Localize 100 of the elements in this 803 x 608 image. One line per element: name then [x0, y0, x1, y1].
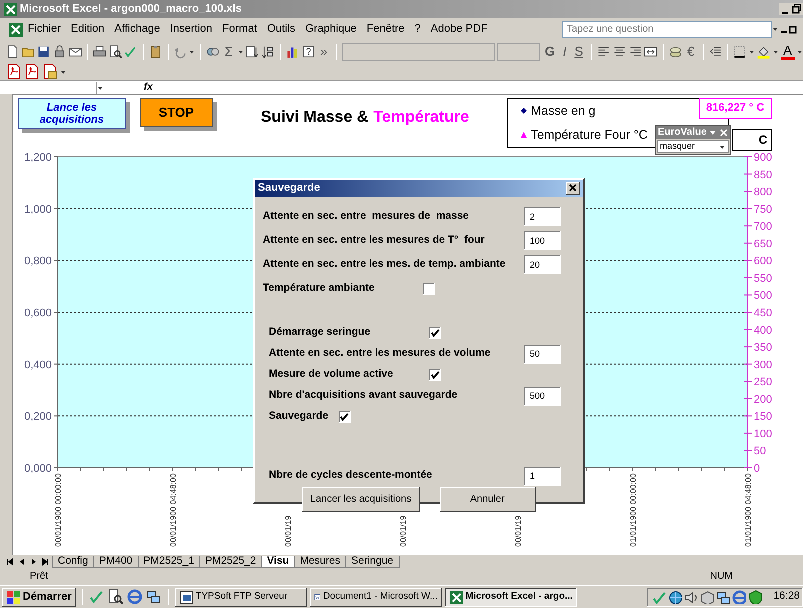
help-icon[interactable]	[302, 44, 316, 60]
axis-label: 250	[754, 376, 772, 389]
axis-label: 00/01/1900 04:48:00	[169, 474, 178, 547]
tray-icon[interactable]	[700, 590, 714, 604]
close-button[interactable]	[566, 182, 580, 195]
help-search-field[interactable]: Tapez une question	[562, 20, 772, 38]
menu-item[interactable]: Fichier	[23, 20, 66, 38]
fx-label: fx	[144, 81, 153, 95]
sheet-tab[interactable]: PM400	[93, 556, 139, 568]
axis-label: 00/01/1900 00:00:00	[54, 474, 63, 547]
sheet-tab[interactable]: Visu	[261, 556, 296, 568]
search-icon[interactable]	[108, 589, 124, 605]
restore-icon[interactable]	[791, 3, 803, 15]
shield-icon[interactable]	[748, 590, 762, 604]
last-sheet-icon[interactable]	[42, 558, 50, 566]
sheet-tab[interactable]: Seringue	[345, 556, 400, 568]
input-field[interactable]: 1	[524, 466, 561, 486]
axis-label: 450	[754, 308, 772, 320]
paste-icon[interactable]	[149, 44, 163, 60]
input-field[interactable]: 100	[524, 231, 561, 250]
checkbox[interactable]	[423, 282, 435, 294]
pdf-icon[interactable]	[6, 64, 22, 80]
start-acquisition-button[interactable]: Lancer les acquisitions	[302, 486, 420, 512]
field-label: Mesure de volume active	[269, 367, 394, 382]
excel-icon[interactable]	[8, 22, 23, 36]
taskbar-button[interactable]: Microsoft Excel - argo...	[444, 588, 577, 606]
axis-label: 600	[754, 256, 772, 268]
start-button[interactable]: Démarrer	[2, 588, 76, 606]
tray-icon[interactable]	[668, 590, 682, 604]
axis-label: 200	[754, 394, 772, 406]
menu-item[interactable]: Insertion	[165, 20, 218, 38]
menu-item[interactable]: Adobe PDF	[426, 20, 493, 38]
input-field[interactable]: 500	[524, 386, 561, 406]
lock-icon[interactable]	[52, 44, 66, 60]
excel-icon	[3, 2, 17, 16]
checkbox[interactable]	[338, 411, 351, 423]
caret-icon[interactable]	[97, 84, 104, 90]
network-icon[interactable]	[146, 589, 162, 605]
next-sheet-icon[interactable]	[30, 558, 38, 566]
menu-item[interactable]: Outils	[262, 20, 300, 38]
input-field[interactable]: 50	[524, 344, 561, 364]
speaker-icon[interactable]	[684, 590, 698, 604]
caret-icon[interactable]	[772, 48, 778, 54]
pdf-icon[interactable]	[24, 64, 40, 80]
underline-button[interactable]: S	[572, 44, 586, 60]
prev-sheet-icon[interactable]	[18, 558, 26, 566]
dropdown-value: masquer	[660, 140, 696, 153]
new-document-icon[interactable]	[6, 44, 20, 60]
dropdown[interactable]: masquer	[657, 140, 729, 153]
sum-button[interactable]: Σ	[222, 44, 236, 60]
caret-icon[interactable]	[748, 48, 755, 54]
menu-item[interactable]: Affichage	[110, 20, 166, 38]
caret-icon[interactable]	[60, 68, 67, 74]
sort-icon[interactable]	[246, 44, 260, 60]
pdf-settings-icon[interactable]	[42, 64, 58, 80]
axis-label: 550	[754, 272, 772, 285]
menu-item[interactable]: Format	[218, 20, 262, 38]
close-icon[interactable]	[720, 128, 728, 136]
printer-icon[interactable]	[93, 44, 107, 60]
print-preview-icon[interactable]	[108, 44, 122, 60]
caret-icon[interactable]	[797, 48, 803, 54]
borders-icon[interactable]	[733, 44, 747, 60]
first-sheet-icon[interactable]	[6, 558, 14, 566]
restore-icon[interactable]	[789, 24, 799, 34]
sheet-tab[interactable]: Mesures	[294, 556, 346, 568]
input-field[interactable]: 20	[524, 255, 561, 274]
bold-button[interactable]: G	[542, 44, 558, 60]
caret-icon[interactable]	[772, 26, 779, 32]
sheet-tab[interactable]: PM2525_1	[138, 556, 200, 568]
italic-button[interactable]: I	[560, 44, 570, 60]
axis-label: 00/01/19	[399, 516, 408, 547]
axis-label: 1,200	[24, 152, 52, 164]
input-field[interactable]: 2	[524, 207, 561, 226]
network-icon[interactable]	[716, 590, 730, 604]
taskbar-button[interactable]: Document1 - Microsoft W...	[310, 588, 442, 606]
sheet-tab[interactable]: PM2525_2	[199, 556, 262, 568]
field-label: Sauvegarde	[269, 409, 329, 424]
sheet-tab[interactable]: Config	[52, 556, 94, 568]
ftp-icon	[178, 590, 193, 604]
cancel-button[interactable]: Annuler	[440, 486, 536, 512]
axis-label: 300	[754, 359, 772, 372]
axis-label: 0,200	[24, 411, 52, 424]
menu-item[interactable]: Graphique	[300, 20, 362, 38]
temperature-readout: 816,227 ° C	[699, 98, 772, 118]
font-color-button[interactable]: A	[780, 44, 796, 60]
checkbox[interactable]	[429, 327, 441, 339]
euro-button[interactable]: €	[684, 44, 698, 60]
menu-item[interactable]: Edition	[66, 20, 110, 38]
checkbox[interactable]	[429, 369, 441, 381]
caret-icon[interactable]	[189, 48, 196, 54]
browser-icon[interactable]	[126, 589, 143, 605]
temperature-readout: C	[732, 128, 772, 150]
menu-item[interactable]: Fenêtre	[362, 20, 410, 38]
menu-item[interactable]: ?	[410, 20, 426, 38]
tray-icon[interactable]	[732, 590, 746, 604]
axis-label: 0,400	[24, 359, 52, 372]
caret-icon[interactable]	[238, 48, 244, 54]
more-buttons-button[interactable]: »	[317, 44, 331, 60]
window-title: Microsoft Excel - argon000_macro_100.xls	[20, 2, 242, 17]
taskbar-button[interactable]: TYPSoft FTP Serveur	[174, 588, 307, 606]
